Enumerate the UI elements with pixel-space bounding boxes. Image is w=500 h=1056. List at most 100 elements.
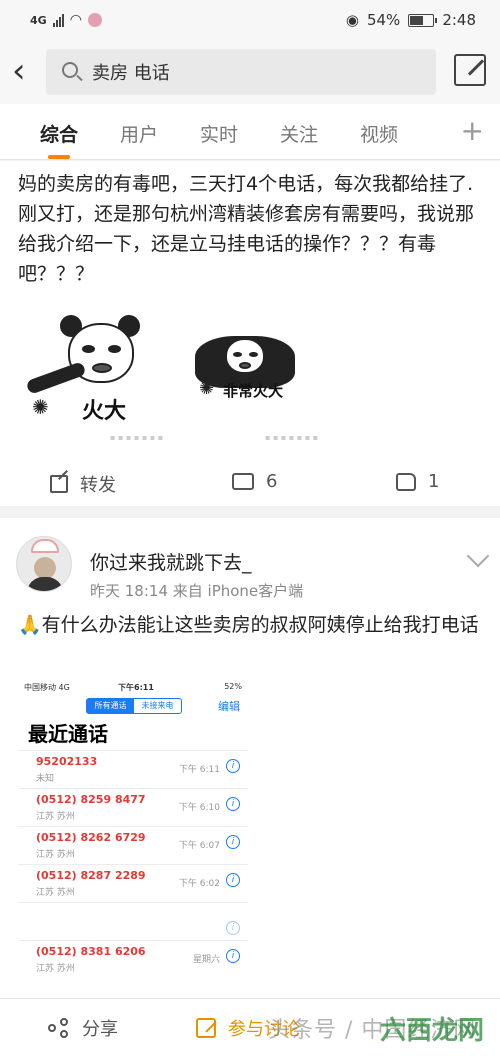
call-time: 下午 6:07 (178, 841, 220, 851)
battery-icon (408, 13, 438, 27)
call-location: 江苏 苏州 (36, 812, 75, 822)
share-icon (48, 1018, 70, 1038)
comment-button[interactable]: 6 (232, 468, 278, 492)
share-button[interactable]: 分享 (48, 1015, 118, 1041)
search-icon (62, 62, 78, 78)
meme-face (225, 338, 265, 374)
shot-title: 最近通话 (28, 722, 108, 746)
praying-hands-icon: 🙏 (18, 614, 42, 636)
post-actions: 转发 6 1 (0, 461, 500, 506)
avatar-hat (31, 539, 59, 553)
tab-users[interactable]: 用户 (120, 120, 158, 147)
chevron-down-icon[interactable] (466, 544, 490, 568)
comment-icon (232, 468, 254, 490)
info-icon: i (226, 921, 240, 935)
shot-segment-control: 所有通话 未接来电 (86, 698, 182, 714)
call-row: 95202133 未知 下午 6:11 i (18, 750, 248, 788)
notification-icon (87, 13, 102, 27)
meme-caption: 火大 (82, 399, 127, 424)
avatar-body (27, 577, 63, 591)
call-number: (0512) 8262 6729 (36, 831, 146, 844)
post-card[interactable]: 你过来我就跳下去_ 昨天 18:14 来自 iPhone客户端 🙏有什么办法能让… (0, 518, 500, 1056)
meme-eye (82, 345, 95, 353)
clock: 2:48 (442, 11, 476, 29)
tab-bar: 综合 用户 实时 关注 视频 + (0, 104, 500, 160)
search-input[interactable] (92, 55, 412, 89)
meme-image[interactable]: ✺ 火大 (20, 311, 170, 441)
info-icon: i (226, 797, 240, 811)
repost-label: 转发 (80, 475, 116, 496)
shot-segment-all: 所有通话 (87, 699, 134, 713)
comment-count: 6 (266, 471, 278, 492)
shot-battery: 52% (224, 682, 242, 691)
post-meta: 昨天 18:14 来自 iPhone客户端 (90, 582, 304, 600)
network-type: 4G (30, 13, 47, 27)
call-log-screenshot[interactable]: 中国移动 4G 下午6:11 52% 所有通话 未接来电 编辑 最近通话 952… (18, 678, 248, 978)
like-count: 1 (428, 471, 440, 492)
avatar[interactable] (16, 536, 72, 592)
avatar-head (34, 557, 56, 579)
shot-segment-missed: 未接来电 (141, 701, 174, 710)
call-row: (0512) 8287 2289 江苏 苏州 下午 6:02 i (18, 864, 248, 902)
call-time: 下午 6:02 (178, 879, 220, 889)
call-time: 星期六 (192, 955, 220, 965)
signal-icon (52, 13, 64, 27)
status-bar: 4G ◠ ◉ 54% 2:48 (0, 0, 500, 40)
tab-video[interactable]: 视频 (360, 120, 398, 147)
compose-icon[interactable] (454, 54, 486, 86)
shot-edit: 编辑 (218, 700, 240, 713)
call-location: 江苏 苏州 (36, 888, 75, 898)
meme-caption: 非常火大 (223, 382, 284, 400)
meme-mouth (239, 362, 251, 369)
shot-status-bar: 中国移动 4G 下午6:11 52% (18, 678, 248, 694)
call-location: 未知 (36, 774, 55, 784)
call-number: 95202133 (36, 755, 98, 768)
shot-time: 下午6:11 (118, 683, 154, 692)
burst-icon: ✺ (199, 378, 215, 399)
info-icon: i (226, 949, 240, 963)
call-location: 江苏 苏州 (36, 964, 75, 974)
post-text: 妈的卖房的有毒吧，三天打4个电话，每次我都给挂了.刚又打，还是那句杭州湾精装修套… (18, 173, 475, 285)
wifi-icon: ◠ (69, 12, 82, 28)
edit-icon (196, 1018, 216, 1038)
username[interactable]: 你过来我就跳下去_ (90, 548, 252, 575)
like-button[interactable]: 1 (396, 471, 439, 492)
meme-mouth (92, 363, 112, 373)
repost-button[interactable]: 转发 (50, 471, 116, 497)
tab-following[interactable]: 关注 (280, 120, 318, 147)
eye-icon: ◉ (345, 11, 359, 29)
call-row-cropped: i (18, 902, 248, 940)
info-icon: i (226, 759, 240, 773)
post-text: 🙏有什么办法能让这些卖房的叔叔阿姨停止给我打电话 (18, 610, 486, 640)
call-row: (0512) 8381 6206 江苏 苏州 星期六 i (18, 940, 248, 978)
back-icon[interactable]: ‹ (12, 54, 36, 88)
call-time: 下午 6:10 (178, 803, 220, 813)
image-watermark: ▪ ▪ ▪ ▪ ▪ ▪ ▪ (110, 433, 164, 442)
burst-icon: ✺ (32, 395, 49, 419)
search-box[interactable] (46, 49, 436, 95)
call-number: (0512) 8259 8477 (36, 793, 146, 806)
tab-general[interactable]: 综合 (40, 120, 78, 159)
add-tab-icon[interactable]: + (461, 114, 484, 147)
meme-eye (249, 352, 258, 357)
meme-eye (108, 345, 121, 353)
post-card[interactable]: 妈的卖房的有毒吧，三天打4个电话，每次我都给挂了.刚又打，还是那句杭州湾精装修套… (0, 161, 500, 506)
call-time: 下午 6:11 (178, 765, 220, 775)
share-label: 分享 (82, 1019, 118, 1040)
tab-realtime[interactable]: 实时 (200, 120, 238, 147)
call-row: (0512) 8262 6729 江苏 苏州 下午 6:07 i (18, 826, 248, 864)
search-bar: ‹ (0, 40, 500, 104)
call-location: 江苏 苏州 (36, 850, 75, 860)
post-text-body: 有什么办法能让这些卖房的叔叔阿姨停止给我打电话 (41, 614, 479, 636)
call-row: (0512) 8259 8477 江苏 苏州 下午 6:10 i (18, 788, 248, 826)
meme-arm (25, 361, 87, 395)
info-icon: i (226, 835, 240, 849)
call-number: (0512) 8287 2289 (36, 869, 146, 882)
meme-eye (233, 352, 242, 357)
shot-carrier: 中国移动 4G (24, 683, 70, 692)
info-icon: i (226, 873, 240, 887)
watermark-logo: 六西龙网 (380, 1016, 485, 1046)
image-watermark: ▪ ▪ ▪ ▪ ▪ ▪ ▪ (265, 433, 319, 442)
repost-icon (50, 475, 68, 493)
call-number: (0512) 8381 6206 (36, 945, 146, 958)
